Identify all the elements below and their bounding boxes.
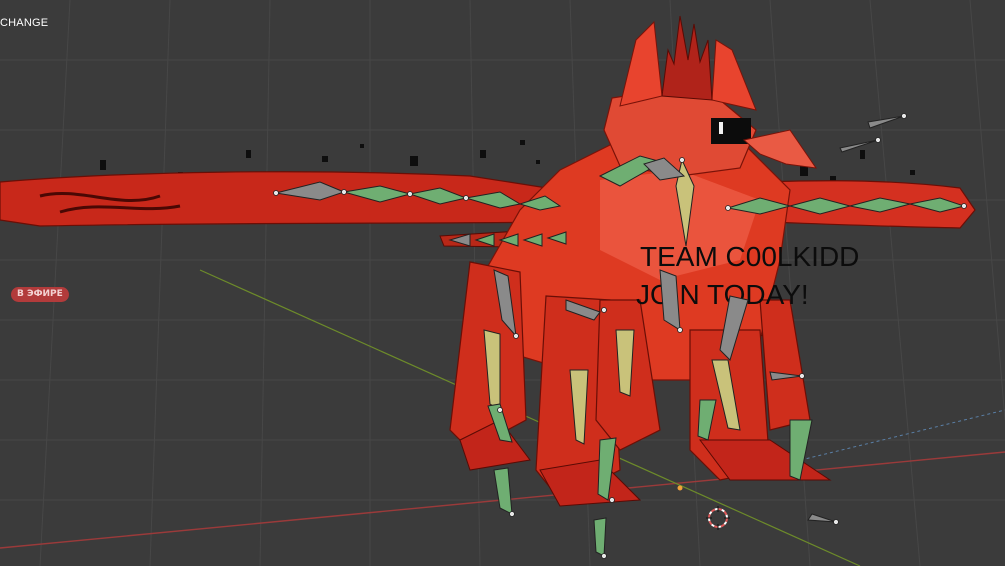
header-label: CHANGE [0,17,49,29]
bone[interactable] [593,517,607,557]
bone[interactable] [807,513,837,523]
3d-cursor-icon[interactable] [706,506,730,530]
scene-canvas[interactable]: TEAM C00LKIDD JOIN TODAY! [0,0,1005,566]
bone[interactable] [867,115,905,129]
origin-point-icon[interactable] [677,485,683,491]
left-horn-mesh [619,20,663,107]
spiky-hair-mesh [661,15,713,101]
bone[interactable] [839,139,879,153]
3d-viewport[interactable]: TEAM C00LKIDD JOIN TODAY! CHANGE В ЭФИРЕ [0,0,1005,566]
live-badge: В ЭФИРЕ [11,287,69,302]
right-horn-mesh [711,39,757,111]
overlay-text-line-1: TEAM C00LKIDD [640,241,859,272]
bone[interactable] [493,467,513,515]
